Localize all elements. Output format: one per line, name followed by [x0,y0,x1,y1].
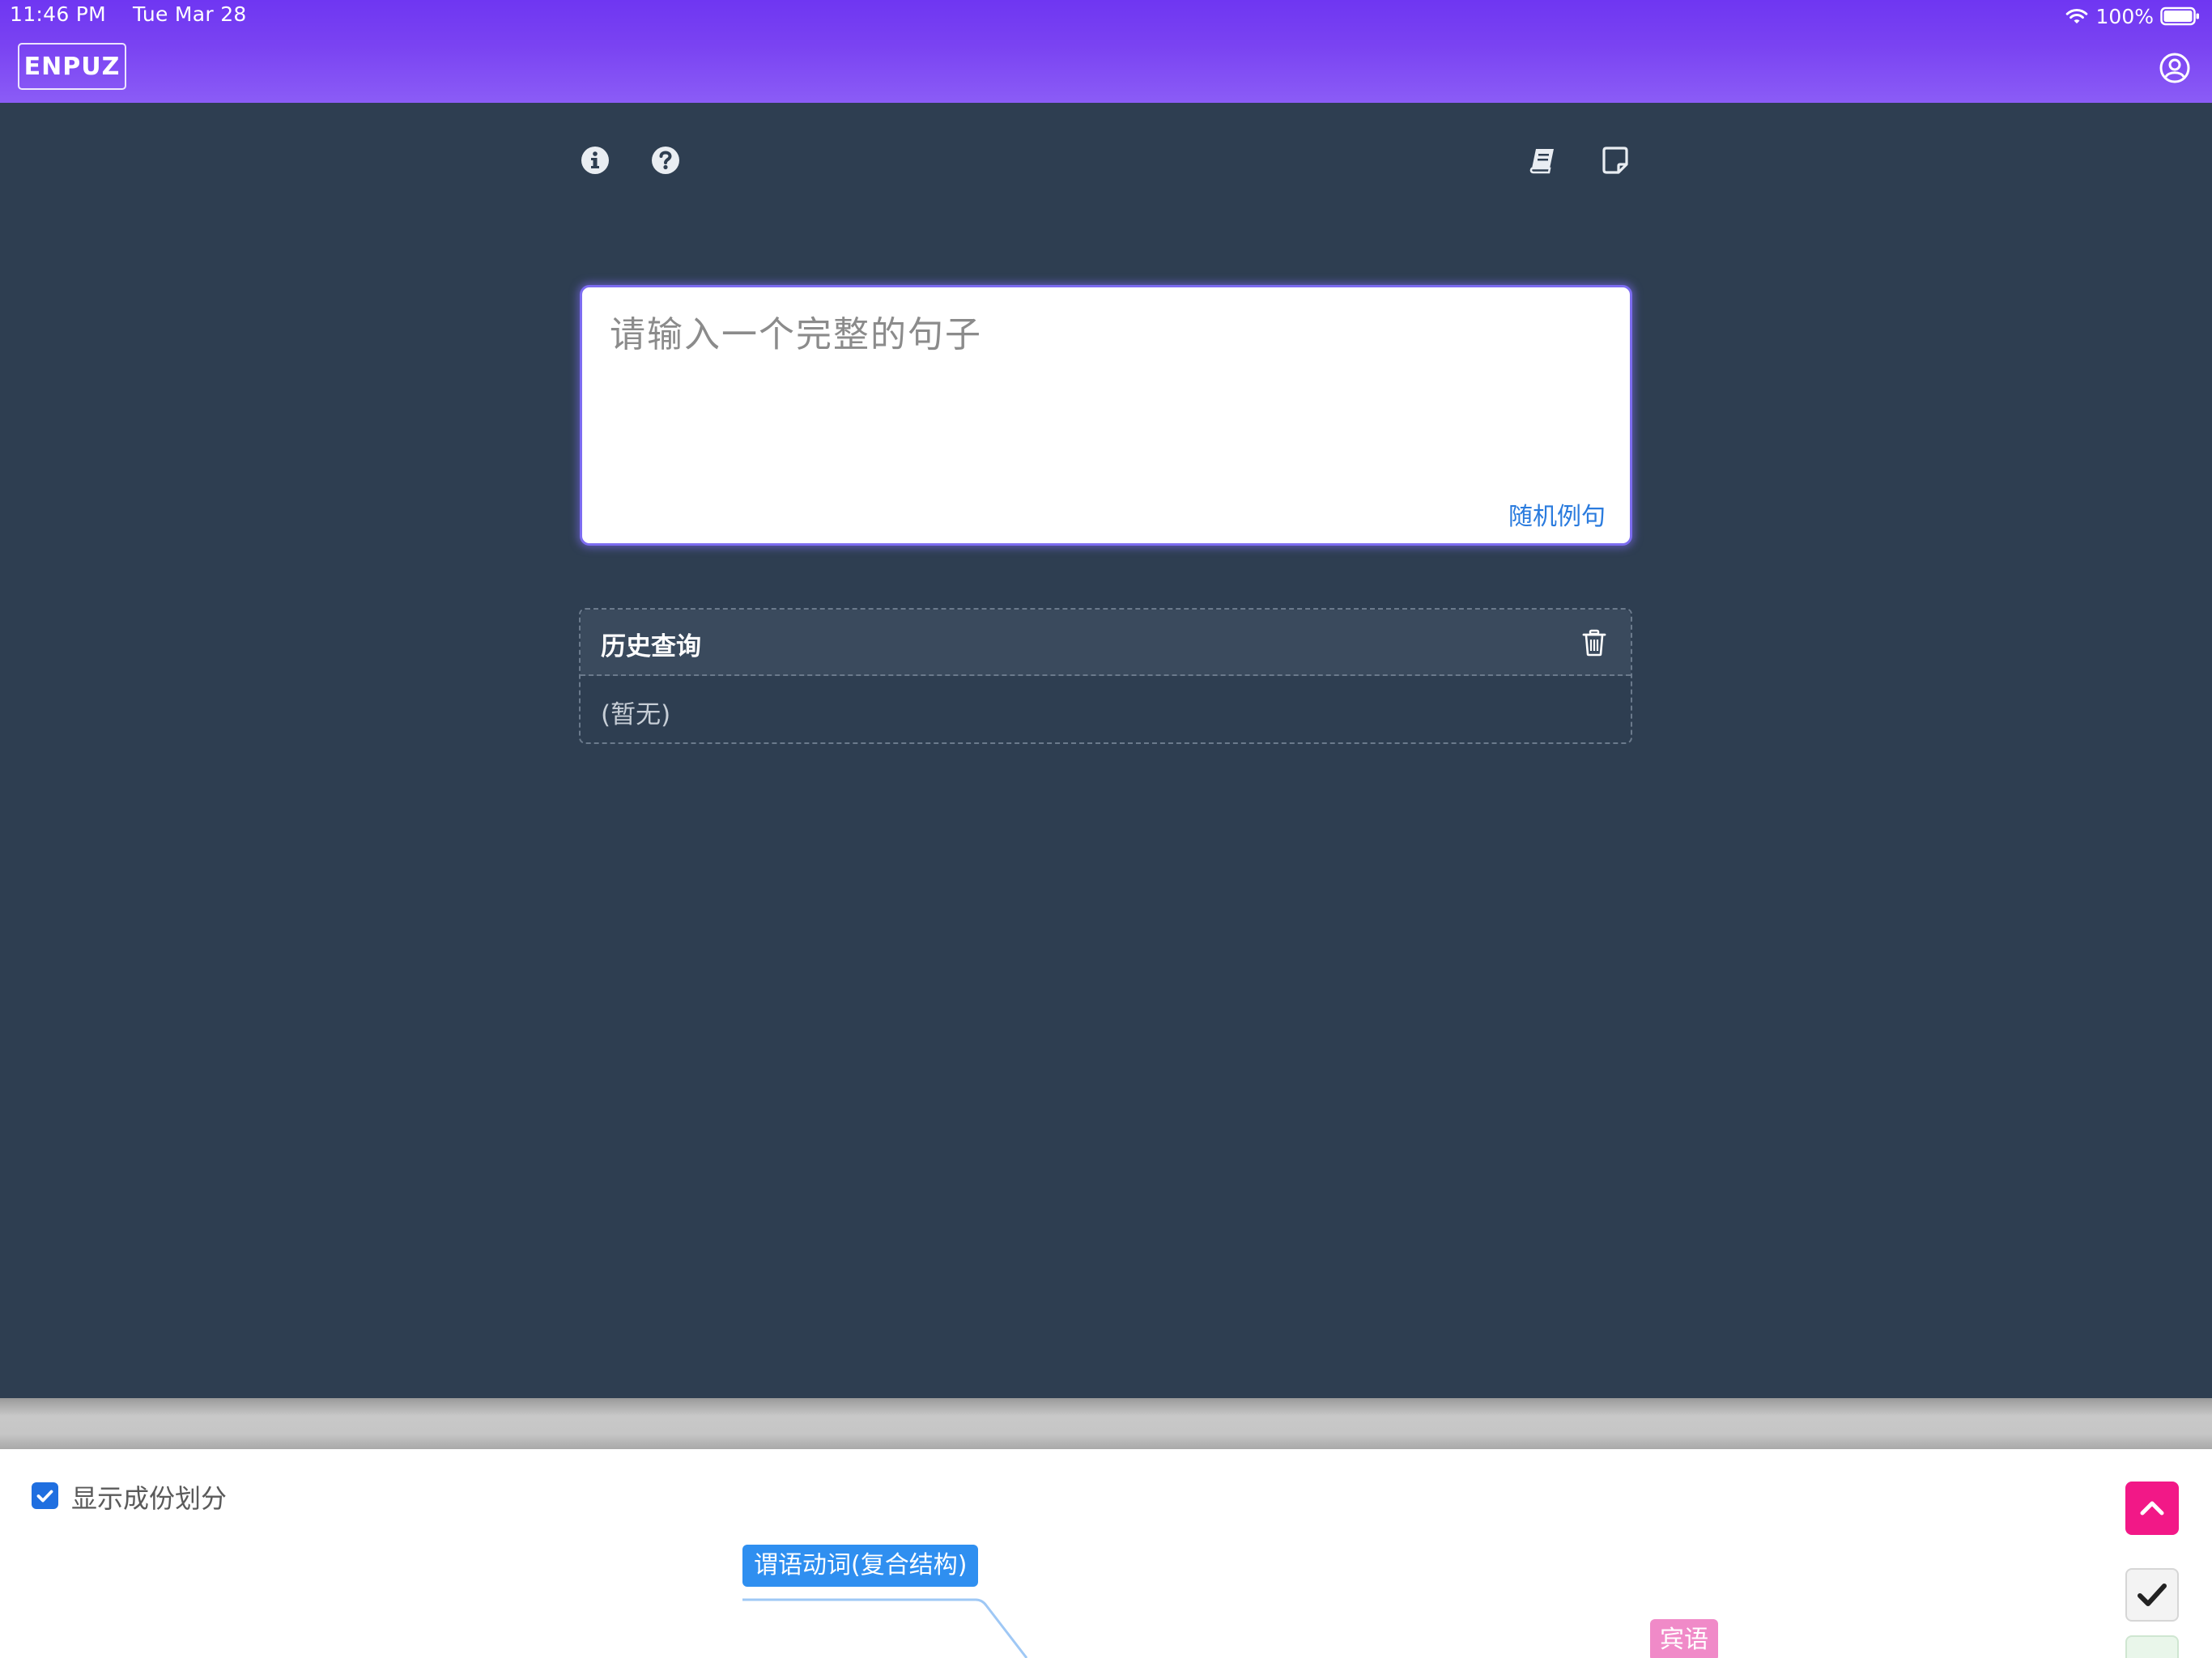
trash-icon[interactable] [1582,629,1606,657]
account-icon[interactable] [2159,52,2191,84]
status-time: 11:46 PM Tue Mar 28 [10,2,247,26]
info-icon[interactable] [579,144,611,176]
object-node[interactable]: 宾语 [1650,1619,1718,1658]
sentence-input[interactable]: 请输入一个完整的句子 随机例句 [580,285,1632,546]
brand-logo-button[interactable]: ENPUZ [18,43,126,90]
secondary-action-button[interactable] [2125,1635,2179,1658]
wifi-icon [2064,6,2090,26]
checkmark-icon [2138,1584,2167,1606]
note-icon[interactable] [1599,144,1631,176]
battery-percent: 100% [2095,4,2154,28]
top-header: 11:46 PM Tue Mar 28 100% ENPUZ [0,0,2212,103]
history-title: 历史查询 [601,632,701,661]
status-date: Tue Mar 28 [133,2,247,26]
battery-icon [2160,6,2201,26]
predicate-verb-node[interactable]: 谓语动词(复合结构) [742,1545,979,1587]
sentence-input-placeholder: 请输入一个完整的句子 [610,314,982,355]
panel-divider-handle[interactable] [0,1398,2212,1449]
analysis-panel: 显示成份划分 谓语动词(复合结构) 宾语 [0,1449,2212,1658]
tree-connector-line [742,1598,1028,1658]
status-clock: 11:46 PM [10,2,107,26]
book-icon[interactable] [1527,144,1559,176]
scroll-top-button[interactable] [2125,1482,2179,1535]
history-empty-text: (暂无) [601,700,671,729]
status-indicators: 100% [2064,2,2201,30]
history-header: 历史查询 [581,610,1631,676]
confirm-button[interactable] [2125,1568,2179,1622]
history-panel: 历史查询 (暂无) [579,608,1632,744]
chevron-up-icon [2140,1501,2164,1516]
help-icon[interactable] [649,144,682,176]
random-example-link[interactable]: 随机例句 [1508,496,1606,532]
